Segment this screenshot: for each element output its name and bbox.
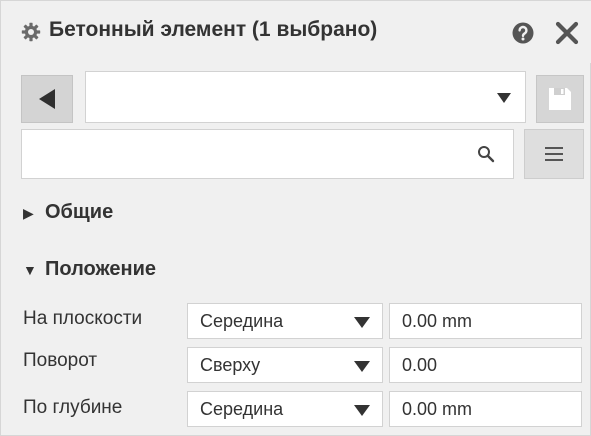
prop-label-depth: По глубине <box>23 397 123 418</box>
section-general-label: Общие <box>45 201 114 223</box>
triangle-left-icon <box>39 89 55 109</box>
rotation-value: 0.00 <box>402 355 438 375</box>
in-plane-offset-field[interactable]: 0.00 mm <box>389 303 582 339</box>
triangle-right-icon: ▶ <box>23 205 34 221</box>
gear-icon <box>21 22 41 42</box>
rotation-option: Сверху <box>200 355 261 375</box>
rotation-select[interactable]: Сверху <box>187 347 383 383</box>
depth-offset-field[interactable]: 0.00 mm <box>389 391 582 427</box>
depth-select[interactable]: Середина <box>187 391 383 427</box>
element-type-dropdown[interactable] <box>85 71 526 123</box>
depth-option: Середина <box>200 399 284 419</box>
rotation-value-field[interactable]: 0.00 <box>389 347 582 383</box>
back-button[interactable] <box>21 75 73 123</box>
panel-titlebar: Бетонный элемент (1 выбрано) <box>1 1 591 63</box>
prop-label-rotation: Поворот <box>23 350 98 371</box>
menu-button[interactable] <box>524 129 584 179</box>
section-position-label: Положение <box>45 258 157 280</box>
close-icon[interactable] <box>554 20 580 46</box>
in-plane-select[interactable]: Середина <box>187 303 383 339</box>
panel-title: Бетонный элемент (1 выбрано) <box>49 18 378 41</box>
prop-label-in-plane: На плоскости <box>23 308 143 329</box>
save-icon <box>549 88 571 110</box>
save-button[interactable] <box>536 75 584 123</box>
chevron-down-icon <box>354 361 370 372</box>
triangle-down-icon: ▼ <box>23 262 37 278</box>
chevron-down-icon <box>497 93 511 103</box>
section-general-header[interactable]: ▶ Общие <box>23 201 113 224</box>
search-field[interactable] <box>21 129 514 179</box>
question-icon[interactable] <box>511 21 535 45</box>
search-input[interactable] <box>30 138 464 172</box>
menu-icon <box>545 147 563 161</box>
chevron-down-icon <box>354 405 370 416</box>
section-position-header[interactable]: ▼ Положение <box>23 258 156 281</box>
search-icon[interactable] <box>477 145 495 163</box>
depth-offset-value: 0.00 mm <box>402 399 473 419</box>
chevron-down-icon <box>354 317 370 328</box>
in-plane-offset-value: 0.00 mm <box>402 311 473 331</box>
in-plane-option: Середина <box>200 311 284 331</box>
properties-panel: Бетонный элемент (1 выбрано) ▶ Общие ▼ П… <box>0 0 591 436</box>
